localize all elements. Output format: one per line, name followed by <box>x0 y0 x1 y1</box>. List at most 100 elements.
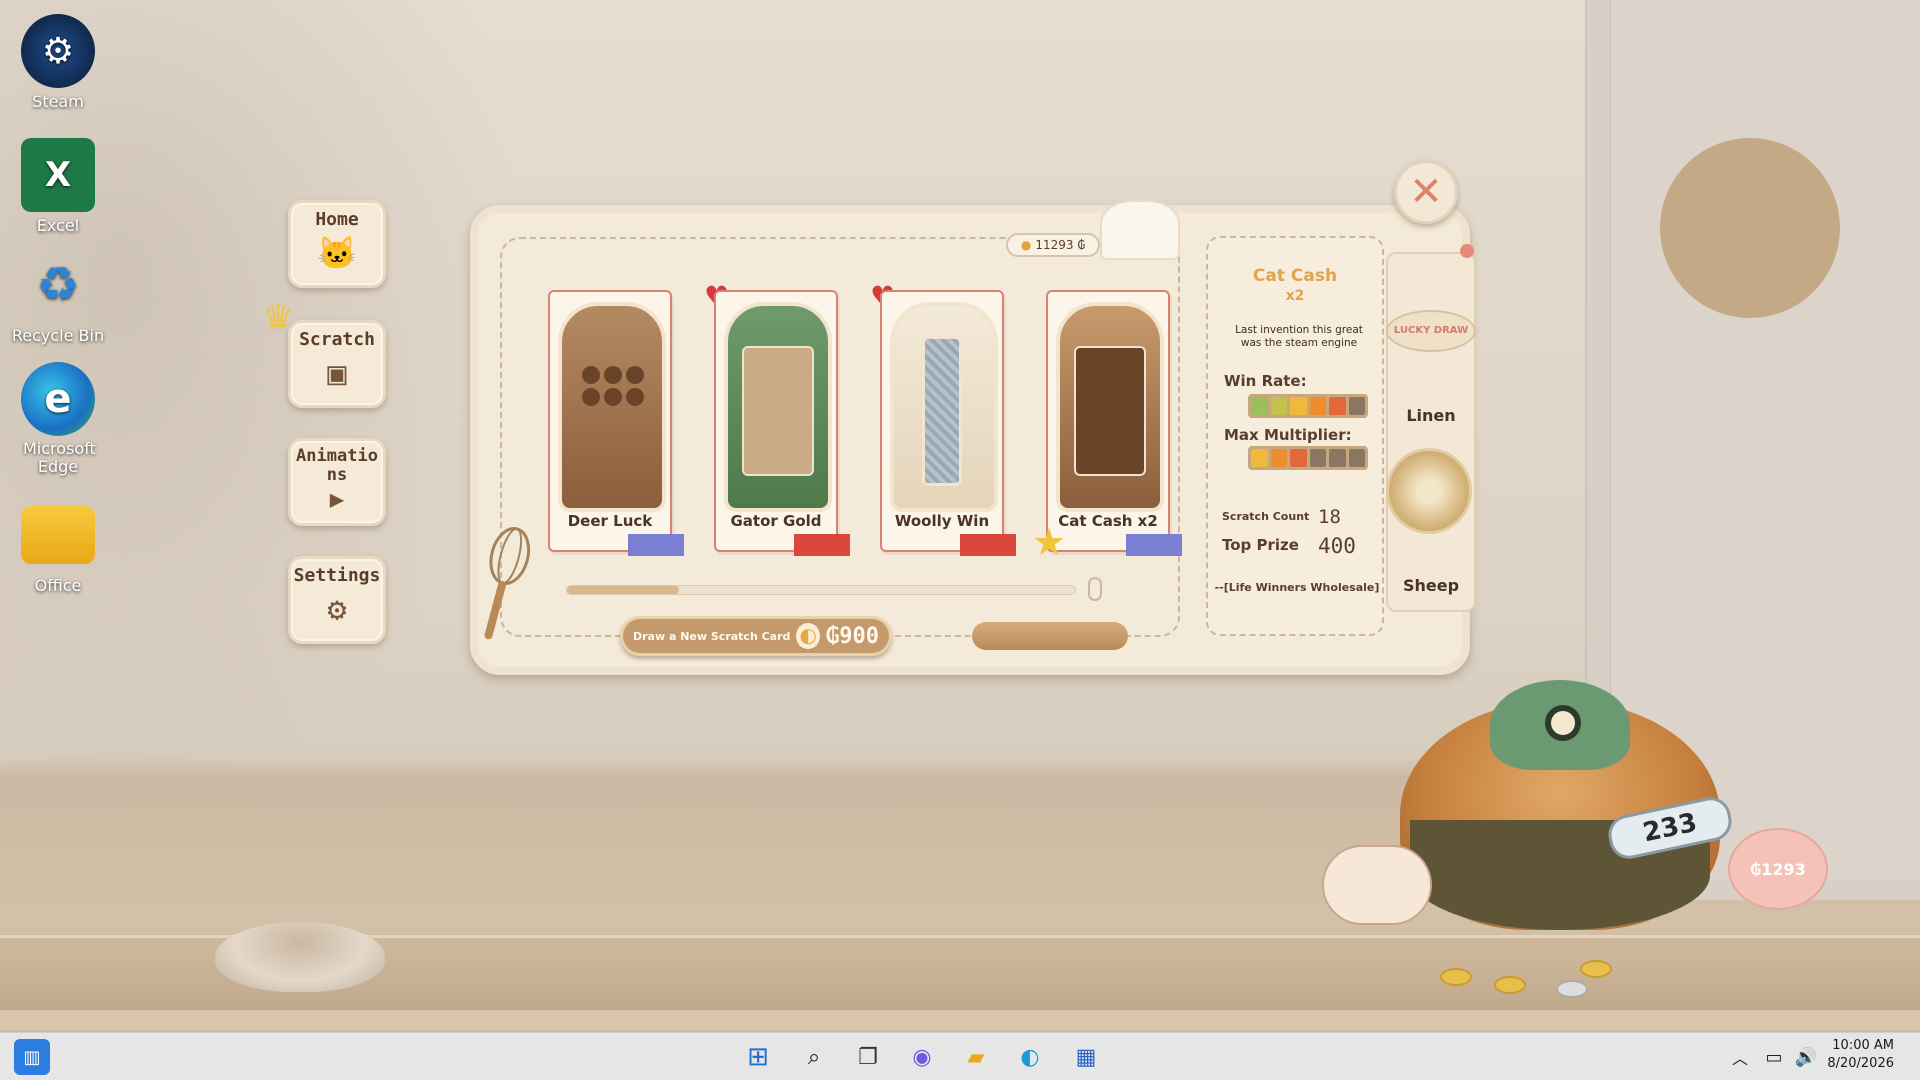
info-footer: --[Life Winners Wholesale] <box>1214 581 1380 594</box>
win-rate-segment <box>1290 397 1307 415</box>
card-scroll-progress[interactable] <box>566 585 1076 595</box>
draw-price: ₲900 <box>826 623 879 649</box>
widgets-icon[interactable]: ▥ <box>14 1039 50 1075</box>
scratch-count-label: Scratch Count <box>1222 510 1310 523</box>
max-multiplier-segment <box>1251 449 1268 467</box>
nav-settings-label: Settings <box>293 565 381 586</box>
edge-icon[interactable]: ◐ <box>1012 1039 1048 1075</box>
sheep-coin-icon <box>1386 448 1472 534</box>
max-multiplier-segment <box>1290 449 1307 467</box>
fish-coin-icon: ● <box>1020 238 1032 252</box>
desktop-icon-label: Office <box>34 576 82 595</box>
draw-new-card-button[interactable]: Draw a New Scratch Card ◐ ₲900 <box>620 616 892 656</box>
win-rate-segment <box>1348 397 1365 415</box>
nav-animations-button[interactable]: Animatio ns ▶ <box>288 438 386 526</box>
desktop-icon-label: Recycle Bin <box>11 326 105 345</box>
nav-scratch-button[interactable]: Scratch ▣ <box>288 320 386 408</box>
nav-home-label: Home <box>315 209 359 230</box>
coin-counter: ● 11293 ₲ <box>1006 233 1100 257</box>
desktop-icon-steam[interactable]: ⚙ Steam <box>8 14 108 111</box>
clock-time[interactable]: 10:00 AM <box>1814 1038 1894 1053</box>
pointing-hand-icon <box>1322 845 1432 925</box>
coin-icon <box>1440 968 1472 986</box>
task-view-icon[interactable]: ❐ <box>850 1039 886 1075</box>
dino-hat-eye <box>1545 705 1581 741</box>
info-description: Last invention this great was the steam … <box>1235 324 1363 349</box>
scratch-strip <box>922 336 962 486</box>
top-prize-value: 400 <box>1318 534 1356 558</box>
max-multiplier-meter <box>1248 446 1368 470</box>
card-ribbon <box>794 534 850 556</box>
steam-icon: ⚙ <box>21 14 95 88</box>
gator-card-art <box>724 302 832 512</box>
card-name: Woolly Win <box>894 512 990 530</box>
ceramic-bowl <box>215 922 385 992</box>
chef-hat-decoration <box>1100 200 1180 260</box>
excel-icon: X <box>21 138 95 212</box>
desktop-icon-label: Excel <box>36 216 80 235</box>
desktop-icon-label: Microsoft Edge <box>23 439 96 476</box>
network-icon[interactable]: ▭ <box>1756 1039 1792 1075</box>
scratch-card-icon: ▣ <box>327 354 347 392</box>
scratch-panel <box>742 346 814 476</box>
desktop-icon-edge[interactable]: e Microsoft Edge <box>8 362 108 476</box>
clock-date[interactable]: 8/20/2026 <box>1814 1056 1894 1071</box>
win-rate-segment <box>1251 397 1268 415</box>
piggy-bank[interactable]: ₲1293 <box>1728 828 1828 910</box>
card-name: Deer Luck <box>567 512 653 530</box>
chevron-up-icon[interactable]: ︿ <box>1722 1039 1758 1075</box>
recycle-bin-icon: ♻ <box>36 257 80 313</box>
nav-settings-button[interactable]: Settings ⚙ <box>288 556 386 644</box>
file-explorer-icon[interactable]: ▰ <box>958 1039 994 1075</box>
win-rate-segment <box>1270 397 1287 415</box>
scratch-card-deer-luck[interactable]: Deer Luck <box>548 290 684 556</box>
card-ribbon <box>960 534 1016 556</box>
cat-card-art <box>1056 302 1164 512</box>
nav-home-button[interactable]: Home 🐱 <box>288 200 386 288</box>
max-multiplier-label: Max Multiplier: <box>1224 426 1352 444</box>
rolling-pin-decoration <box>972 622 1128 650</box>
coin-icon <box>1494 976 1526 994</box>
start-icon[interactable]: ⊞ <box>740 1039 776 1075</box>
desktop-icon-recycle-bin[interactable]: ♻ Recycle Bin <box>8 248 108 345</box>
card-info-panel: Cat Cash x2 Last invention this great wa… <box>1206 236 1384 636</box>
scratch-panel <box>1074 346 1146 476</box>
shelf-edge <box>0 1010 1920 1030</box>
store-icon[interactable]: ▦ <box>1068 1039 1104 1075</box>
folder-icon <box>21 506 95 564</box>
side-item-linen[interactable]: Linen <box>1388 406 1474 425</box>
card-ribbon <box>1126 534 1182 556</box>
nav-animations-label: Animatio ns <box>296 446 378 485</box>
desktop-icon-excel[interactable]: X Excel <box>8 138 108 235</box>
top-prize-label: Top Prize <box>1222 536 1299 554</box>
coin-icon <box>1556 980 1588 998</box>
nav-scratch-label: Scratch <box>299 329 375 350</box>
close-button[interactable]: ✕ <box>1394 160 1458 224</box>
scratch-card-cat-cash-x2[interactable]: Cat Cash x2 <box>1046 290 1182 556</box>
scratch-card-gator-gold[interactable]: Gator Gold <box>714 290 850 556</box>
coin-count: 11293 <box>1035 238 1074 252</box>
desktop-icon-office[interactable]: Office <box>8 496 108 595</box>
fish-coin-icon: ◐ <box>796 623 821 649</box>
win-rate-meter <box>1248 394 1368 418</box>
cat-face-icon: 🐱 <box>317 234 357 272</box>
side-item-strip: Linen Sheep <box>1386 252 1476 612</box>
draw-button-label: Draw a New Scratch Card <box>633 629 791 643</box>
gear-icon: ⚙ <box>327 590 347 628</box>
card-name: Gator Gold <box>730 512 822 530</box>
max-multiplier-segment <box>1348 449 1365 467</box>
win-rate-label: Win Rate: <box>1224 372 1307 390</box>
star-icon: ★ <box>1032 520 1067 564</box>
search-icon[interactable]: ⌕ <box>796 1039 832 1075</box>
chat-icon[interactable]: ◉ <box>904 1039 940 1075</box>
mouse-scroll-icon <box>1088 577 1102 601</box>
side-item-sheep[interactable]: Sheep <box>1388 576 1474 595</box>
scratch-card-woolly-win[interactable]: Woolly Win <box>880 290 1016 556</box>
currency-symbol: ₲ <box>1077 238 1086 252</box>
win-rate-segment <box>1329 397 1346 415</box>
info-title: Cat Cash <box>1252 266 1338 286</box>
wall-circle-decoration <box>1660 138 1840 318</box>
lucky-draw-badge[interactable]: LUCKY DRAW <box>1386 310 1476 352</box>
win-rate-segment <box>1309 397 1326 415</box>
sheep-card-art <box>890 302 998 512</box>
